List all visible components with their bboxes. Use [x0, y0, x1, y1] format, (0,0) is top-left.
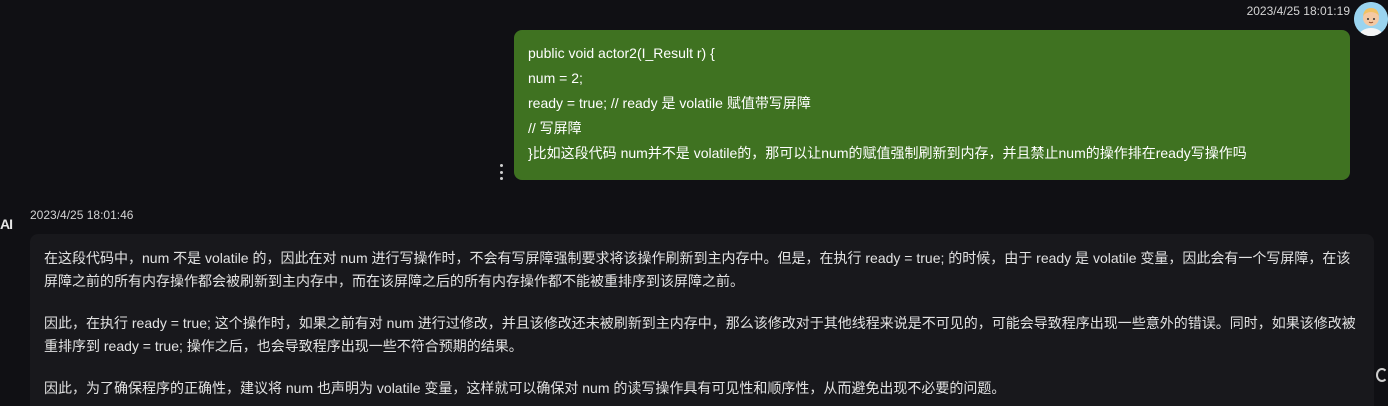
- more-dot: [499, 164, 503, 167]
- more-dot: [499, 177, 503, 180]
- user-message-line: ready = true; // ready 是 volatile 赋值带写屏障: [528, 95, 811, 111]
- user-message-line: public void actor2(I_Result r) {: [528, 45, 715, 61]
- user-avatar[interactable]: [1354, 2, 1388, 36]
- scroll-bottom-icon[interactable]: [1376, 368, 1388, 382]
- user-message-bubble: public void actor2(I_Result r) { num = 2…: [514, 30, 1350, 180]
- avatar-face-icon: [1354, 2, 1388, 36]
- ai-paragraph: 因此，在执行 ready = true; 这个操作时，如果之前有对 num 进行…: [44, 315, 1356, 354]
- ai-message-timestamp: 2023/4/25 18:01:46: [30, 208, 134, 222]
- user-message-line: num = 2;: [528, 70, 583, 86]
- user-message-line: // 写屏障: [528, 120, 582, 136]
- more-dot: [499, 170, 503, 174]
- more-options-icon[interactable]: [496, 164, 506, 180]
- ai-paragraph: 因此，为了确保程序的正确性，建议将 num 也声明为 volatile 变量，这…: [44, 380, 1006, 396]
- user-message-timestamp: 2023/4/25 18:01:19: [1246, 4, 1350, 18]
- ai-avatar: AI: [0, 216, 13, 232]
- ai-message-bubble: 在这段代码中，num 不是 volatile 的，因此在对 num 进行写操作时…: [30, 234, 1374, 406]
- user-message-line: }比如这段代码 num并不是 volatile的，那可以让num的赋值强制刷新到…: [528, 145, 1247, 161]
- ai-paragraph: 在这段代码中，num 不是 volatile 的，因此在对 num 进行写操作时…: [44, 250, 1351, 289]
- chat-page: 2023/4/25 18:01:19 public void actor2(I_…: [0, 0, 1388, 406]
